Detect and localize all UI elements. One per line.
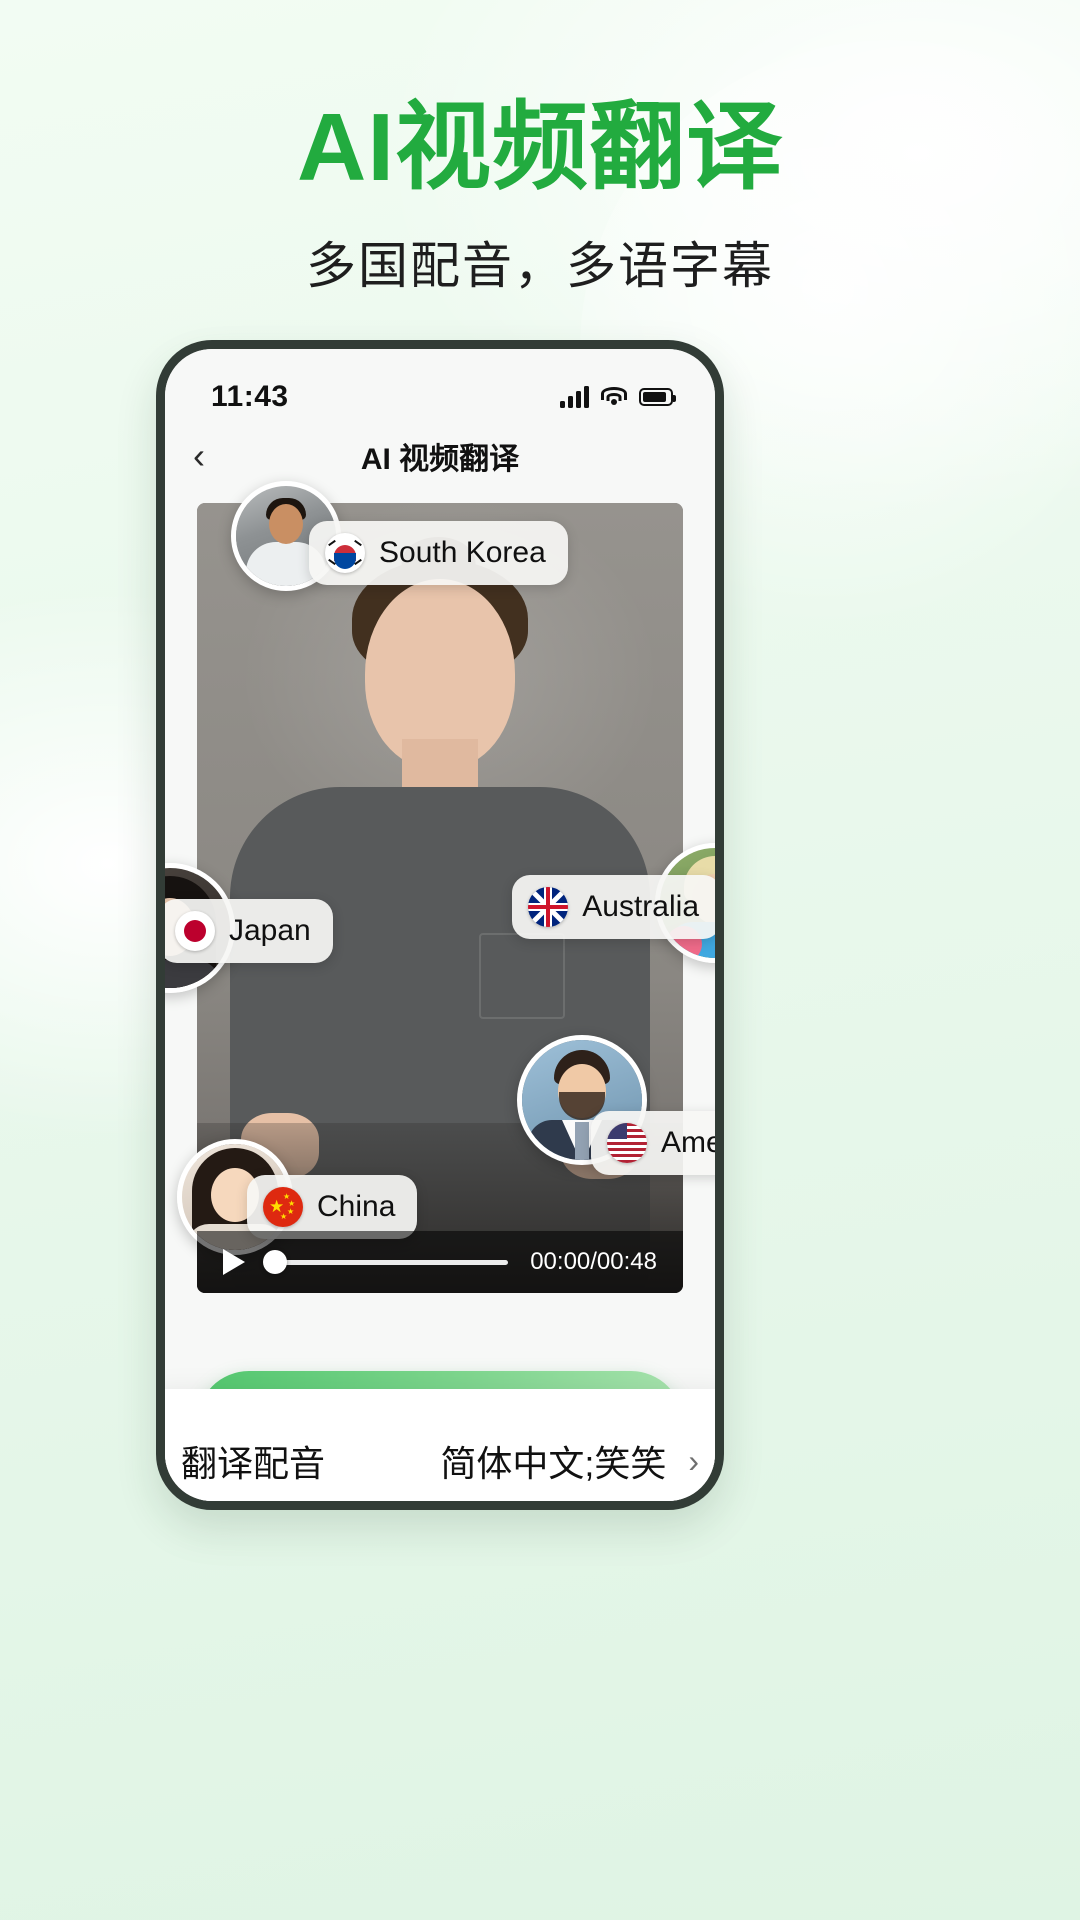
progress-slider[interactable]: [263, 1250, 509, 1274]
chevron-right-icon[interactable]: ›: [688, 1443, 699, 1480]
flag-us-icon: [606, 1123, 647, 1163]
chip-label: Japan: [229, 914, 311, 947]
video-preview-area: 00:00/00:48 South Korea Japan Australia …: [165, 481, 715, 1501]
country-chip-china[interactable]: ★ ★ ★ ★ ★ China: [247, 1175, 418, 1239]
translation-label: 翻译配音: [181, 1443, 326, 1484]
promo-header: AI视频翻译 多国配音，多语字幕: [0, 0, 1080, 296]
play-icon[interactable]: [223, 1249, 245, 1275]
flag-jp-icon: [175, 911, 215, 951]
wifi-icon: [601, 387, 627, 407]
time-display: 00:00/00:48: [530, 1248, 657, 1275]
flag-au-icon: [528, 887, 569, 927]
country-chip-south-korea[interactable]: South Korea: [309, 521, 568, 585]
battery-icon: [639, 388, 676, 406]
country-chip-america[interactable]: America: [590, 1111, 715, 1175]
chip-label: China: [317, 1190, 396, 1223]
progress-knob[interactable]: [263, 1250, 287, 1274]
phone-screen: 11:43 ‹ AI 视频翻译 00:00/00:48 South Korea …: [165, 349, 715, 1501]
chip-label: South Korea: [379, 536, 546, 569]
chip-label: Australia: [582, 890, 699, 923]
nav-title: AI 视频翻译: [360, 443, 520, 476]
status-icons: [560, 386, 676, 408]
status-bar: 11:43: [165, 349, 715, 423]
country-chip-japan[interactable]: Japan: [165, 899, 333, 963]
player-controls: 00:00/00:48: [197, 1231, 683, 1293]
signal-bars-icon: [560, 386, 589, 408]
flag-cn-icon: ★ ★ ★ ★ ★: [263, 1187, 303, 1227]
status-time: 11:43: [211, 380, 289, 413]
phone-mockup: 11:43 ‹ AI 视频翻译 00:00/00:48 South Korea …: [156, 340, 724, 1510]
translation-value-group[interactable]: 简体中文;笑笑 ›: [440, 1435, 699, 1487]
page-subtitle: 多国配音，多语字幕: [306, 237, 774, 294]
nav-bar: ‹ AI 视频翻译: [165, 423, 715, 489]
translation-dubbing-row[interactable]: 翻译配音 简体中文;笑笑 ›: [165, 1389, 715, 1501]
flag-kr-icon: [325, 533, 365, 573]
translation-value: 简体中文;笑笑: [440, 1443, 667, 1484]
country-chip-australia[interactable]: Australia: [512, 875, 715, 939]
page-title: AI视频翻译: [297, 94, 783, 201]
chip-label: America: [660, 1126, 715, 1159]
